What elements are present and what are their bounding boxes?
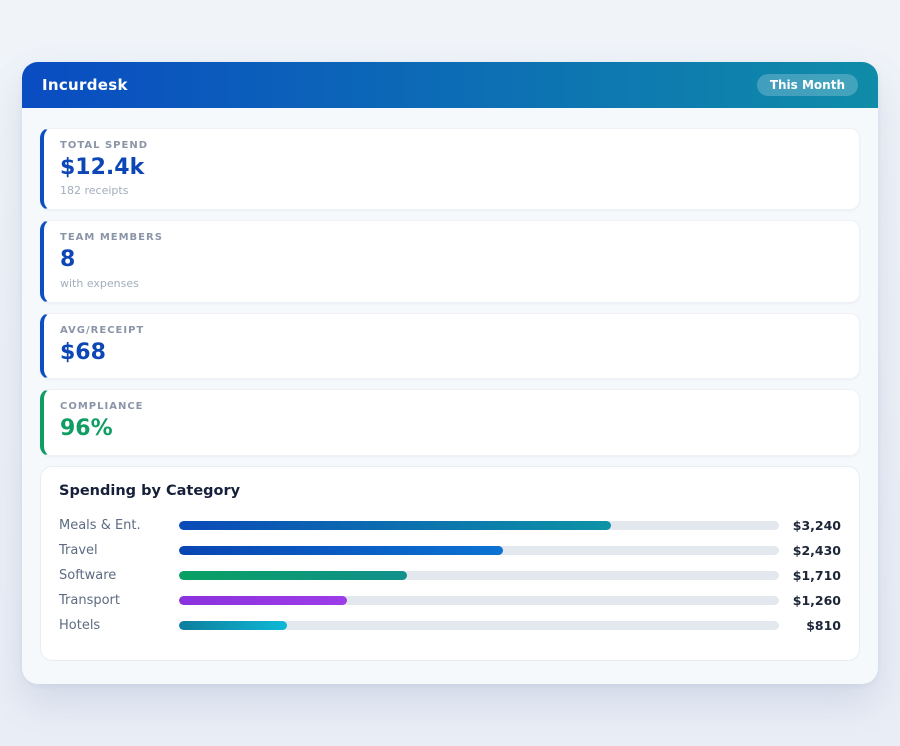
stat-label: TEAM MEMBERS — [60, 232, 843, 243]
category-label: Transport — [59, 593, 179, 608]
bar-fill — [179, 546, 503, 555]
app-title: Incurdesk — [42, 76, 128, 94]
chart-title: Spending by Category — [59, 483, 841, 499]
category-value: $1,260 — [779, 593, 841, 608]
spending-by-category-chart: Spending by Category Meals & Ent. $3,240… — [40, 466, 860, 661]
stat-card-total-spend: TOTAL SPEND $12.4k 182 receipts — [40, 128, 860, 210]
stat-label: AVG/RECEIPT — [60, 325, 843, 336]
period-badge[interactable]: This Month — [757, 74, 858, 96]
category-label: Travel — [59, 543, 179, 558]
bar-track — [179, 621, 779, 630]
bar-fill — [179, 571, 407, 580]
bar-track — [179, 571, 779, 580]
stat-card-compliance: COMPLIANCE 96% — [40, 389, 860, 455]
category-value: $2,430 — [779, 543, 841, 558]
bar-fill — [179, 521, 611, 530]
bar-track — [179, 546, 779, 555]
panel-body: TOTAL SPEND $12.4k 182 receipts TEAM MEM… — [22, 108, 878, 684]
category-value: $1,710 — [779, 568, 841, 583]
stat-label: COMPLIANCE — [60, 401, 843, 412]
app-panel: Incurdesk This Month TOTAL SPEND $12.4k … — [22, 62, 878, 684]
chart-row-meals: Meals & Ent. $3,240 — [59, 513, 841, 538]
bar-fill — [179, 596, 347, 605]
stat-value: 96% — [60, 416, 843, 442]
app-header: Incurdesk This Month — [22, 62, 878, 108]
stat-label: TOTAL SPEND — [60, 140, 843, 151]
chart-row-hotels: Hotels $810 — [59, 613, 841, 638]
chart-row-transport: Transport $1,260 — [59, 588, 841, 613]
chart-row-travel: Travel $2,430 — [59, 538, 841, 563]
category-label: Hotels — [59, 618, 179, 633]
stat-value: $12.4k — [60, 155, 843, 181]
stat-value: 8 — [60, 247, 843, 273]
stat-card-team-members: TEAM MEMBERS 8 with expenses — [40, 220, 860, 302]
stat-subtitle: with expenses — [60, 277, 843, 290]
stat-value: $68 — [60, 340, 843, 366]
category-value: $3,240 — [779, 518, 841, 533]
stat-subtitle: 182 receipts — [60, 184, 843, 197]
stat-card-avg-receipt: AVG/RECEIPT $68 — [40, 313, 860, 379]
bar-fill — [179, 621, 287, 630]
category-value: $810 — [779, 618, 841, 633]
bar-track — [179, 521, 779, 530]
category-label: Software — [59, 568, 179, 583]
chart-row-software: Software $1,710 — [59, 563, 841, 588]
bar-track — [179, 596, 779, 605]
category-label: Meals & Ent. — [59, 518, 179, 533]
page: Incurdesk This Month TOTAL SPEND $12.4k … — [0, 0, 900, 746]
